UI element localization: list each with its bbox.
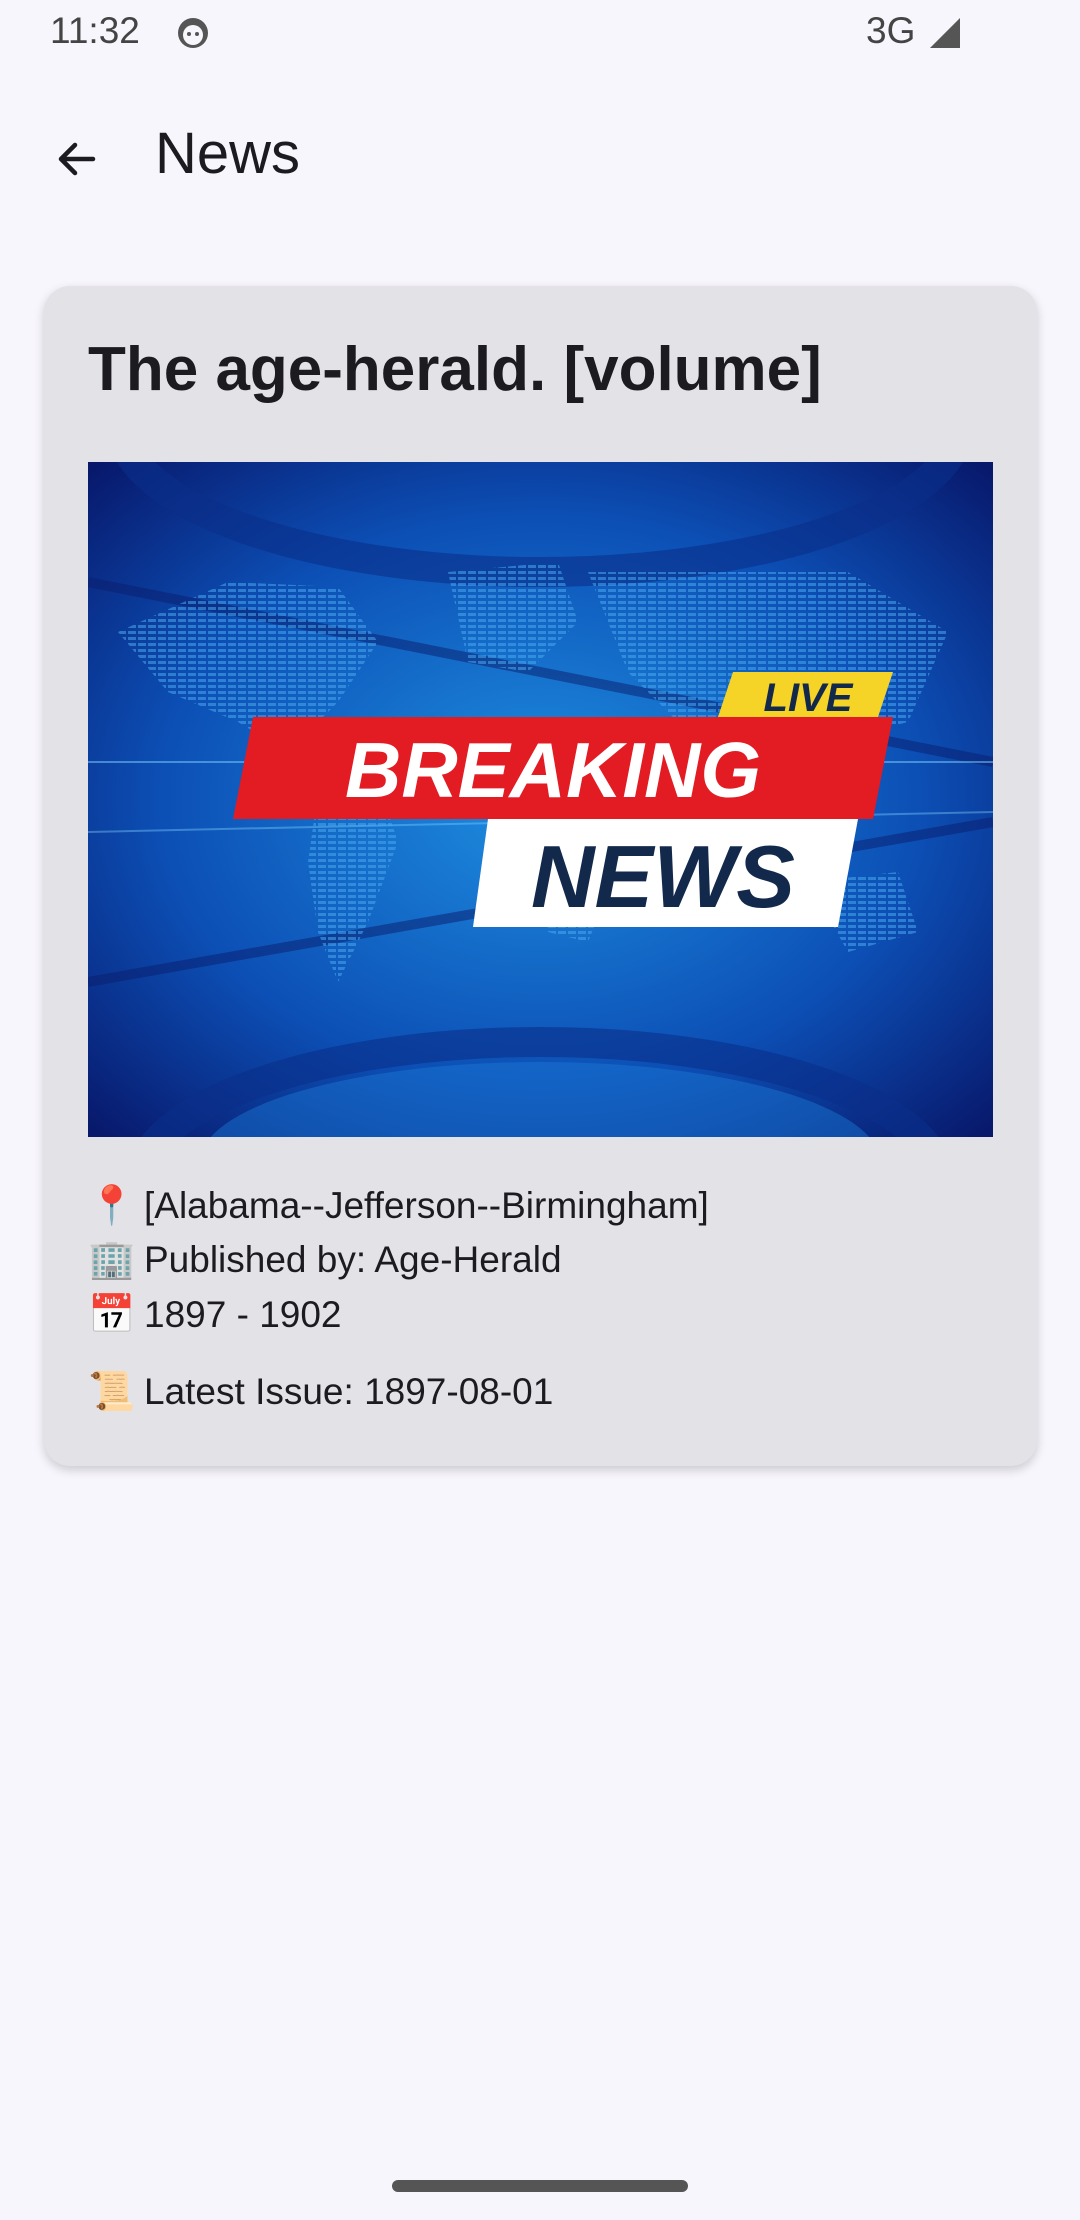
back-button[interactable] [44,126,110,192]
publisher-line: 🏢 Published by: Age-Herald [88,1238,562,1282]
latest-issue-text: Latest Issue: 1897-08-01 [144,1371,554,1412]
news-text: NEWS [531,827,795,926]
newspaper-title: The age-herald. [volume] [88,335,822,404]
pin-icon: 📍 [88,1185,136,1227]
building-icon: 🏢 [88,1239,136,1281]
location-text: [Alabama--Jefferson--Birmingham] [144,1185,709,1226]
signal-icon [930,18,960,48]
scroll-icon: 📜 [88,1371,136,1413]
calendar-icon: 📅 [88,1294,136,1336]
newspaper-card[interactable]: The age-herald. [volume] LIVE BREAKING N… [44,286,1037,1466]
newspaper-image: LIVE BREAKING NEWS [88,462,993,1137]
notification-face-icon [178,18,208,48]
arrow-left-icon [58,142,96,176]
status-time: 11:32 [50,10,140,51]
page-title: News [155,121,301,186]
years-text: 1897 - 1902 [144,1294,342,1335]
live-badge-text: LIVE [764,676,854,720]
breaking-text: BREAKING [345,726,761,814]
publisher-text: Published by: Age-Herald [144,1239,562,1280]
status-bar: 11:32 3G [0,0,1080,66]
home-indicator[interactable] [392,2180,688,2192]
breaking-news-graphic: LIVE BREAKING NEWS [88,462,993,1137]
network-type: 3G [866,10,916,51]
screen: 11:32 3G News The age-herald. [volume] L… [0,0,1080,2220]
app-bar: News [0,110,1080,198]
latest-issue-line: 📜 Latest Issue: 1897-08-01 [88,1370,553,1414]
years-line: 📅 1897 - 1902 [88,1293,342,1337]
location-line: 📍 [Alabama--Jefferson--Birmingham] [88,1184,709,1228]
